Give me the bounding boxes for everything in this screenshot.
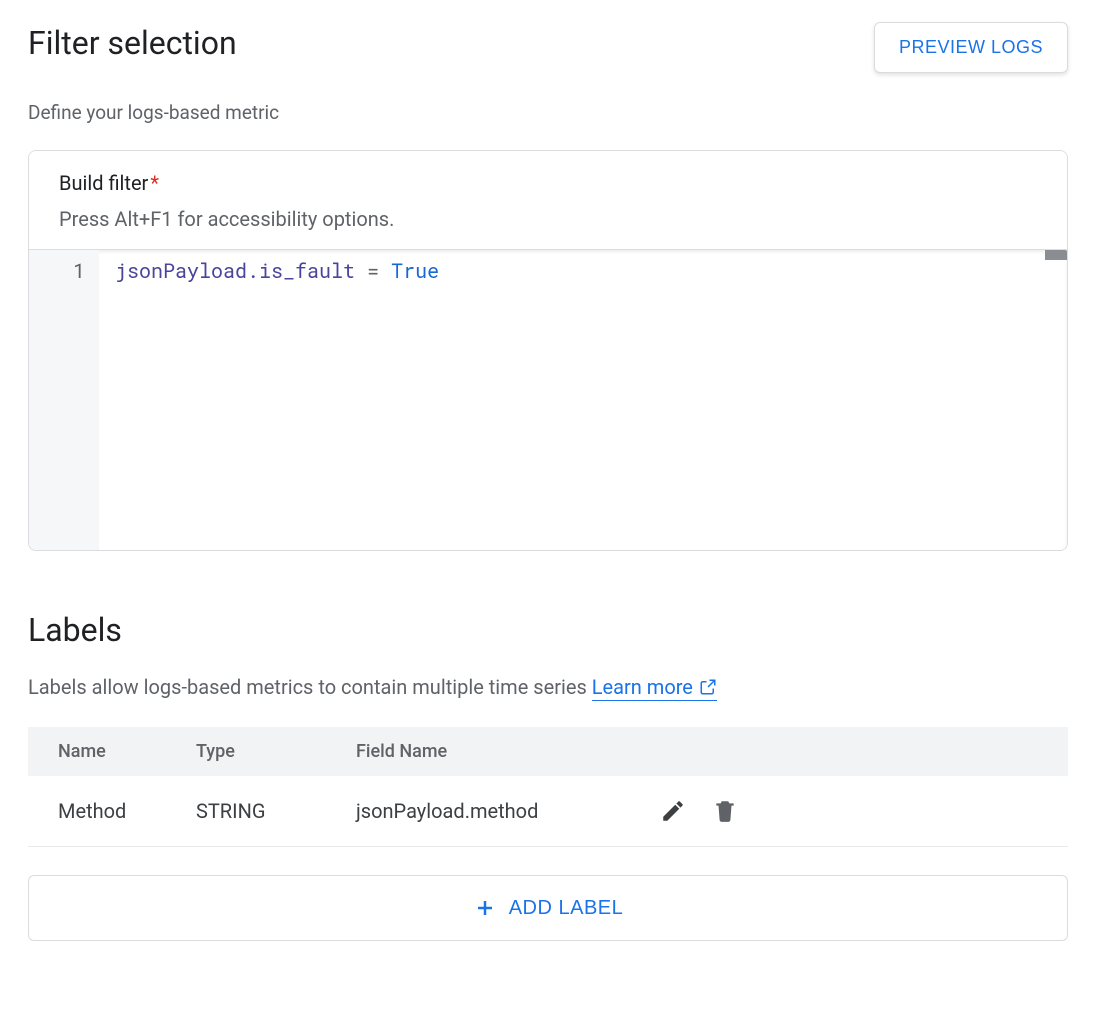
- build-filter-card: Build filter* Press Alt+F1 for accessibi…: [28, 150, 1068, 551]
- editor-code-area[interactable]: jsonPayload.is_fault = True: [99, 250, 1067, 550]
- required-star: *: [150, 171, 159, 195]
- editor-gutter: 1: [29, 250, 99, 550]
- accessibility-hint: Press Alt+F1 for accessibility options.: [59, 207, 1037, 231]
- line-number: 1: [29, 258, 85, 284]
- filter-selection-subtitle: Define your logs-based metric: [28, 101, 1068, 124]
- labels-subtitle: Labels allow logs-based metrics to conta…: [28, 675, 1068, 699]
- add-label-text: ADD LABEL: [509, 897, 624, 920]
- pencil-icon: [660, 798, 686, 824]
- col-type: Type: [178, 727, 338, 776]
- learn-more-text: Learn more: [592, 675, 693, 699]
- add-label-button[interactable]: ADD LABEL: [28, 875, 1068, 941]
- delete-label-button[interactable]: [708, 794, 742, 828]
- build-filter-label: Build filter*: [59, 171, 1037, 195]
- labels-title: Labels: [28, 611, 1068, 649]
- edit-label-button[interactable]: [656, 794, 690, 828]
- col-name: Name: [28, 727, 178, 776]
- table-row: Method STRING jsonPayload.method: [28, 776, 1068, 847]
- editor-scrollbar[interactable]: [1045, 250, 1067, 260]
- code-key: jsonPayload.is_fault: [115, 258, 355, 284]
- preview-logs-button[interactable]: PREVIEW LOGS: [874, 22, 1068, 73]
- col-field-name: Field Name: [338, 727, 638, 776]
- code-value: True: [391, 258, 439, 284]
- cell-field-name: jsonPayload.method: [338, 776, 638, 847]
- open-external-icon: [699, 678, 717, 696]
- col-actions: [638, 727, 1068, 776]
- plus-icon: [473, 896, 497, 920]
- labels-table: Name Type Field Name Method STRING jsonP…: [28, 727, 1068, 847]
- labels-subtitle-text: Labels allow logs-based metrics to conta…: [28, 675, 592, 699]
- filter-selection-title: Filter selection: [28, 24, 237, 62]
- filter-code-editor[interactable]: 1 jsonPayload.is_fault = True: [29, 250, 1067, 550]
- code-operator: =: [367, 258, 379, 284]
- labels-table-header-row: Name Type Field Name: [28, 727, 1068, 776]
- trash-icon: [712, 798, 738, 824]
- cell-name: Method: [28, 776, 178, 847]
- cell-type: STRING: [178, 776, 338, 847]
- build-filter-label-text: Build filter: [59, 171, 148, 195]
- learn-more-link[interactable]: Learn more: [592, 675, 717, 701]
